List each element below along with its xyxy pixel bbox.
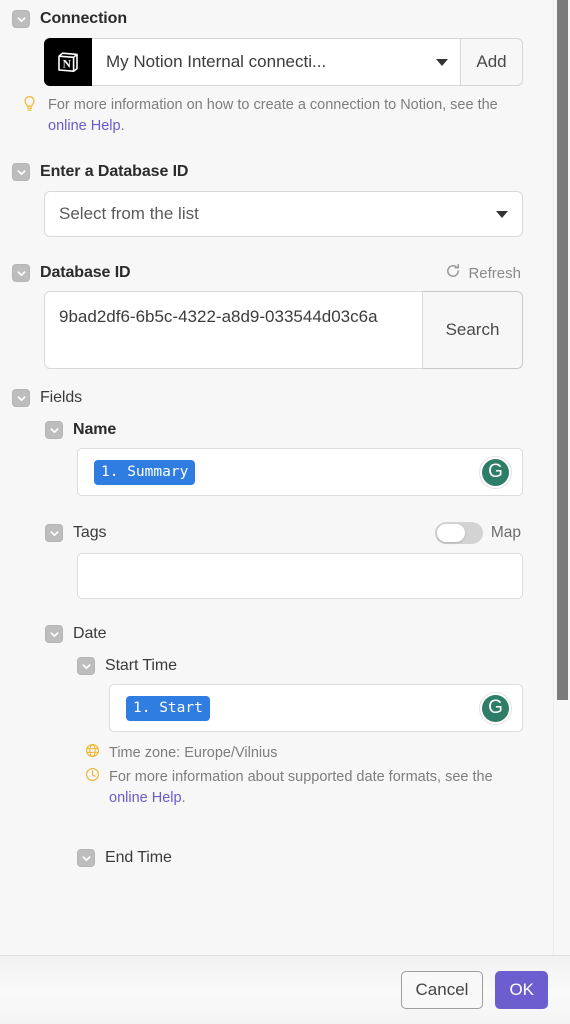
date-formats-note: For more information about supported dat… (109, 767, 519, 809)
chevron-down-icon[interactable] (436, 59, 448, 66)
connection-select-value: My Notion Internal connecti... (106, 52, 326, 72)
timezone-note-text: Time zone: Europe/Vilnius (109, 743, 519, 764)
field-tags-wrap (0, 553, 553, 599)
section-enter-database-id-label: Enter a Database ID (40, 163, 188, 181)
section-fields-label: Fields (40, 389, 82, 407)
tags-map-toggle-group[interactable]: Map (435, 522, 521, 544)
search-button[interactable]: Search (423, 291, 523, 369)
refresh-button[interactable]: Refresh (445, 263, 521, 283)
field-tags-title-group[interactable]: Tags (45, 524, 106, 542)
section-database-id-title-group[interactable]: Database ID (12, 264, 131, 282)
connection-field-wrap: N My Notion Internal connecti... Add (0, 38, 553, 86)
online-help-link[interactable]: online Help (48, 118, 121, 134)
clock-icon (85, 767, 109, 789)
start-time-notes: Time zone: Europe/Vilnius For more infor… (0, 743, 553, 809)
settings-scroll-area: Connection N (0, 0, 570, 955)
field-end-time-label: End Time (105, 849, 172, 867)
database-id-row: 9bad2df6-6b5c-4322-a8d9-033544d03c6a Sea… (44, 291, 523, 369)
refresh-label: Refresh (468, 265, 521, 282)
online-help-link[interactable]: online Help (109, 790, 182, 806)
field-start-time-label: Start Time (105, 657, 177, 675)
chevron-down-icon[interactable] (77, 657, 95, 675)
connection-hint-text: For more information on how to create a … (48, 95, 519, 137)
notion-logo-icon: N (44, 38, 92, 86)
database-select-value: Select from the list (59, 204, 199, 224)
chevron-down-icon[interactable] (45, 524, 63, 542)
section-connection-label: Connection (40, 10, 127, 28)
section-connection-header[interactable]: Connection (0, 10, 553, 28)
field-start-time-wrap: 1. Start G (0, 684, 553, 732)
database-select[interactable]: Select from the list (44, 191, 523, 237)
svg-text:N: N (63, 58, 72, 70)
field-name-label: Name (73, 421, 116, 439)
connection-hint: For more information on how to create a … (0, 95, 553, 137)
date-formats-suffix: . (182, 790, 186, 806)
variable-token[interactable]: 1. Summary (94, 460, 195, 485)
lightbulb-icon (22, 95, 48, 137)
connection-select[interactable]: My Notion Internal connecti... (92, 38, 461, 86)
refresh-icon (445, 263, 461, 283)
chevron-down-icon[interactable] (45, 421, 63, 439)
field-name-wrap: 1. Summary G (0, 448, 553, 496)
globe-icon (85, 743, 109, 765)
field-date-header[interactable]: Date (0, 625, 553, 643)
map-variable-icon[interactable]: G (482, 459, 509, 486)
section-database-id-label: Database ID (40, 264, 131, 282)
connection-hint-prefix: For more information on how to create a … (48, 97, 498, 113)
vertical-scrollbar[interactable] (553, 0, 570, 955)
variable-token[interactable]: 1. Start (126, 696, 210, 721)
field-tags-header: Tags Map (0, 522, 553, 544)
settings-content: Connection N (0, 0, 553, 893)
name-value-input[interactable]: 1. Summary G (77, 448, 523, 496)
map-toggle-label: Map (491, 524, 521, 542)
field-date-label: Date (73, 625, 106, 643)
field-end-time-header[interactable]: End Time (0, 849, 553, 867)
database-id-input[interactable]: 9bad2df6-6b5c-4322-a8d9-033544d03c6a (44, 291, 423, 369)
chevron-down-icon[interactable] (77, 849, 95, 867)
date-formats-note-text: For more information about supported dat… (109, 767, 519, 809)
connection-hint-suffix: . (121, 118, 125, 134)
ok-button[interactable]: OK (495, 971, 548, 1009)
section-database-id-header: Database ID Refresh (0, 263, 553, 283)
map-variable-icon[interactable]: G (482, 695, 509, 722)
chevron-down-icon[interactable] (45, 625, 63, 643)
field-tags-label: Tags (73, 524, 106, 542)
cancel-button[interactable]: Cancel (401, 971, 484, 1009)
connection-combo: N My Notion Internal connecti... Add (44, 38, 523, 86)
start-time-value-input[interactable]: 1. Start G (109, 684, 523, 732)
timezone-note: Time zone: Europe/Vilnius (109, 743, 519, 765)
database-selector-wrap: Select from the list (0, 191, 553, 237)
database-id-field-wrap: 9bad2df6-6b5c-4322-a8d9-033544d03c6a Sea… (0, 291, 553, 369)
section-enter-database-id-header[interactable]: Enter a Database ID (0, 163, 553, 181)
chevron-down-icon[interactable] (12, 264, 30, 282)
date-formats-prefix: For more information about supported dat… (109, 769, 493, 785)
tags-value-input[interactable] (77, 553, 523, 599)
section-fields-header[interactable]: Fields (0, 389, 553, 407)
dialog-footer: Cancel OK (0, 955, 570, 1024)
chevron-down-icon[interactable] (496, 211, 508, 218)
notion-module-settings-dialog: Connection N (0, 0, 570, 1024)
field-name-header[interactable]: Name (0, 421, 553, 439)
chevron-down-icon[interactable] (12, 10, 30, 28)
chevron-down-icon[interactable] (12, 389, 30, 407)
scrollbar-thumb[interactable] (557, 0, 568, 700)
field-start-time-header[interactable]: Start Time (0, 657, 553, 675)
map-toggle-knob (437, 524, 465, 542)
chevron-down-icon[interactable] (12, 163, 30, 181)
add-connection-button[interactable]: Add (461, 38, 523, 86)
map-toggle[interactable] (435, 522, 483, 544)
